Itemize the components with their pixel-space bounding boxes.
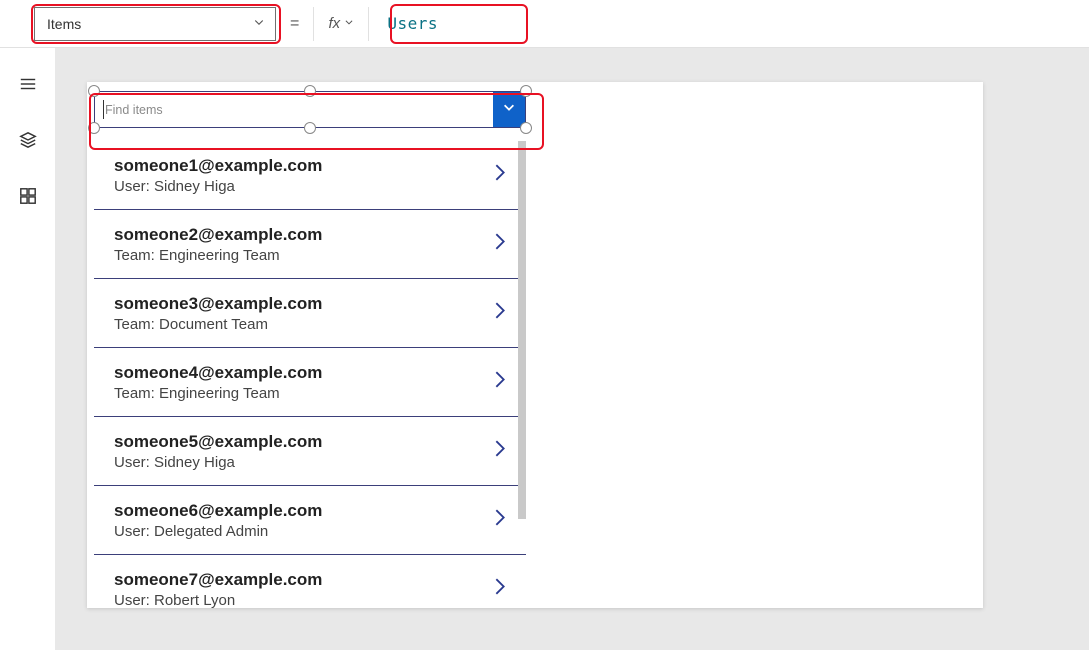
chevron-down-icon [253,16,265,31]
list-item-secondary: User: Robert Lyon [114,592,486,609]
list-item-primary: someone4@example.com [114,363,486,383]
canvas-area[interactable]: someone1@example.comUser: Sidney Higasom… [55,48,1089,650]
chevron-down-icon [502,100,516,119]
fx-button[interactable]: fx [313,7,369,41]
combobox-input[interactable] [95,92,493,127]
apps-icon[interactable] [18,186,38,206]
list-item-secondary: User: Delegated Admin [114,523,486,540]
list-item[interactable]: someone4@example.com Team: Engineering Te… [94,348,526,417]
list-item-secondary: User: Sidney Higa [114,178,486,195]
chevron-right-icon[interactable] [492,438,508,465]
list-item-secondary: Team: Document Team [114,316,486,333]
resize-handle[interactable] [304,122,316,134]
list-item-primary: someone5@example.com [114,432,486,452]
property-dropdown[interactable]: Items [34,7,276,41]
list-item-secondary: Team: Engineering Team [114,385,486,402]
resize-handle[interactable] [88,122,100,134]
list-item[interactable]: someone5@example.com User: Sidney Higa [94,417,526,486]
fx-label: fx [329,15,341,32]
list-item-primary: someone6@example.com [114,501,486,521]
list-item-primary: someone1@example.com [114,156,486,176]
left-rail [0,48,55,650]
combobox-dropdown-button[interactable] [493,92,525,127]
list-item-secondary: User: Sidney Higa [114,454,486,471]
main-area: someone1@example.comUser: Sidney Higasom… [0,48,1089,650]
chevron-right-icon[interactable] [492,162,508,189]
list-item[interactable]: someone6@example.com User: Delegated Admi… [94,486,526,555]
text-cursor [103,100,104,119]
combobox-control[interactable] [94,91,526,128]
formula-input[interactable]: Users [369,7,1089,41]
list-item-primary: someone7@example.com [114,570,486,590]
chevron-down-icon [344,17,354,30]
property-dropdown-value: Items [47,16,81,32]
app-screen: someone1@example.comUser: Sidney Higasom… [87,82,983,608]
gallery-list: someone1@example.comUser: Sidney Higasom… [94,141,526,608]
list-item[interactable]: someone7@example.com User: Robert Lyon [94,555,526,608]
resize-handle[interactable] [88,85,100,97]
equals-label: = [290,15,299,33]
list-item-primary: someone3@example.com [114,294,486,314]
list-item[interactable]: someone2@example.com Team: Engineering Te… [94,210,526,279]
chevron-right-icon[interactable] [492,231,508,258]
list-item-secondary: Team: Engineering Team [114,247,486,264]
list-item[interactable]: someone1@example.com User: Sidney Higa [94,141,526,210]
resize-handle[interactable] [520,122,532,134]
scrollbar-thumb[interactable] [518,141,526,519]
resize-handle[interactable] [520,85,532,97]
layers-icon[interactable] [18,130,38,150]
chevron-right-icon[interactable] [492,300,508,327]
formula-bar: Items = fx Users [0,0,1089,48]
chevron-right-icon[interactable] [492,507,508,534]
hamburger-icon[interactable] [18,74,38,94]
list-item[interactable]: someone3@example.com Team: Document Team [94,279,526,348]
chevron-right-icon[interactable] [492,576,508,603]
list-item-primary: someone2@example.com [114,225,486,245]
formula-value: Users [387,14,438,33]
resize-handle[interactable] [304,85,316,97]
chevron-right-icon[interactable] [492,369,508,396]
